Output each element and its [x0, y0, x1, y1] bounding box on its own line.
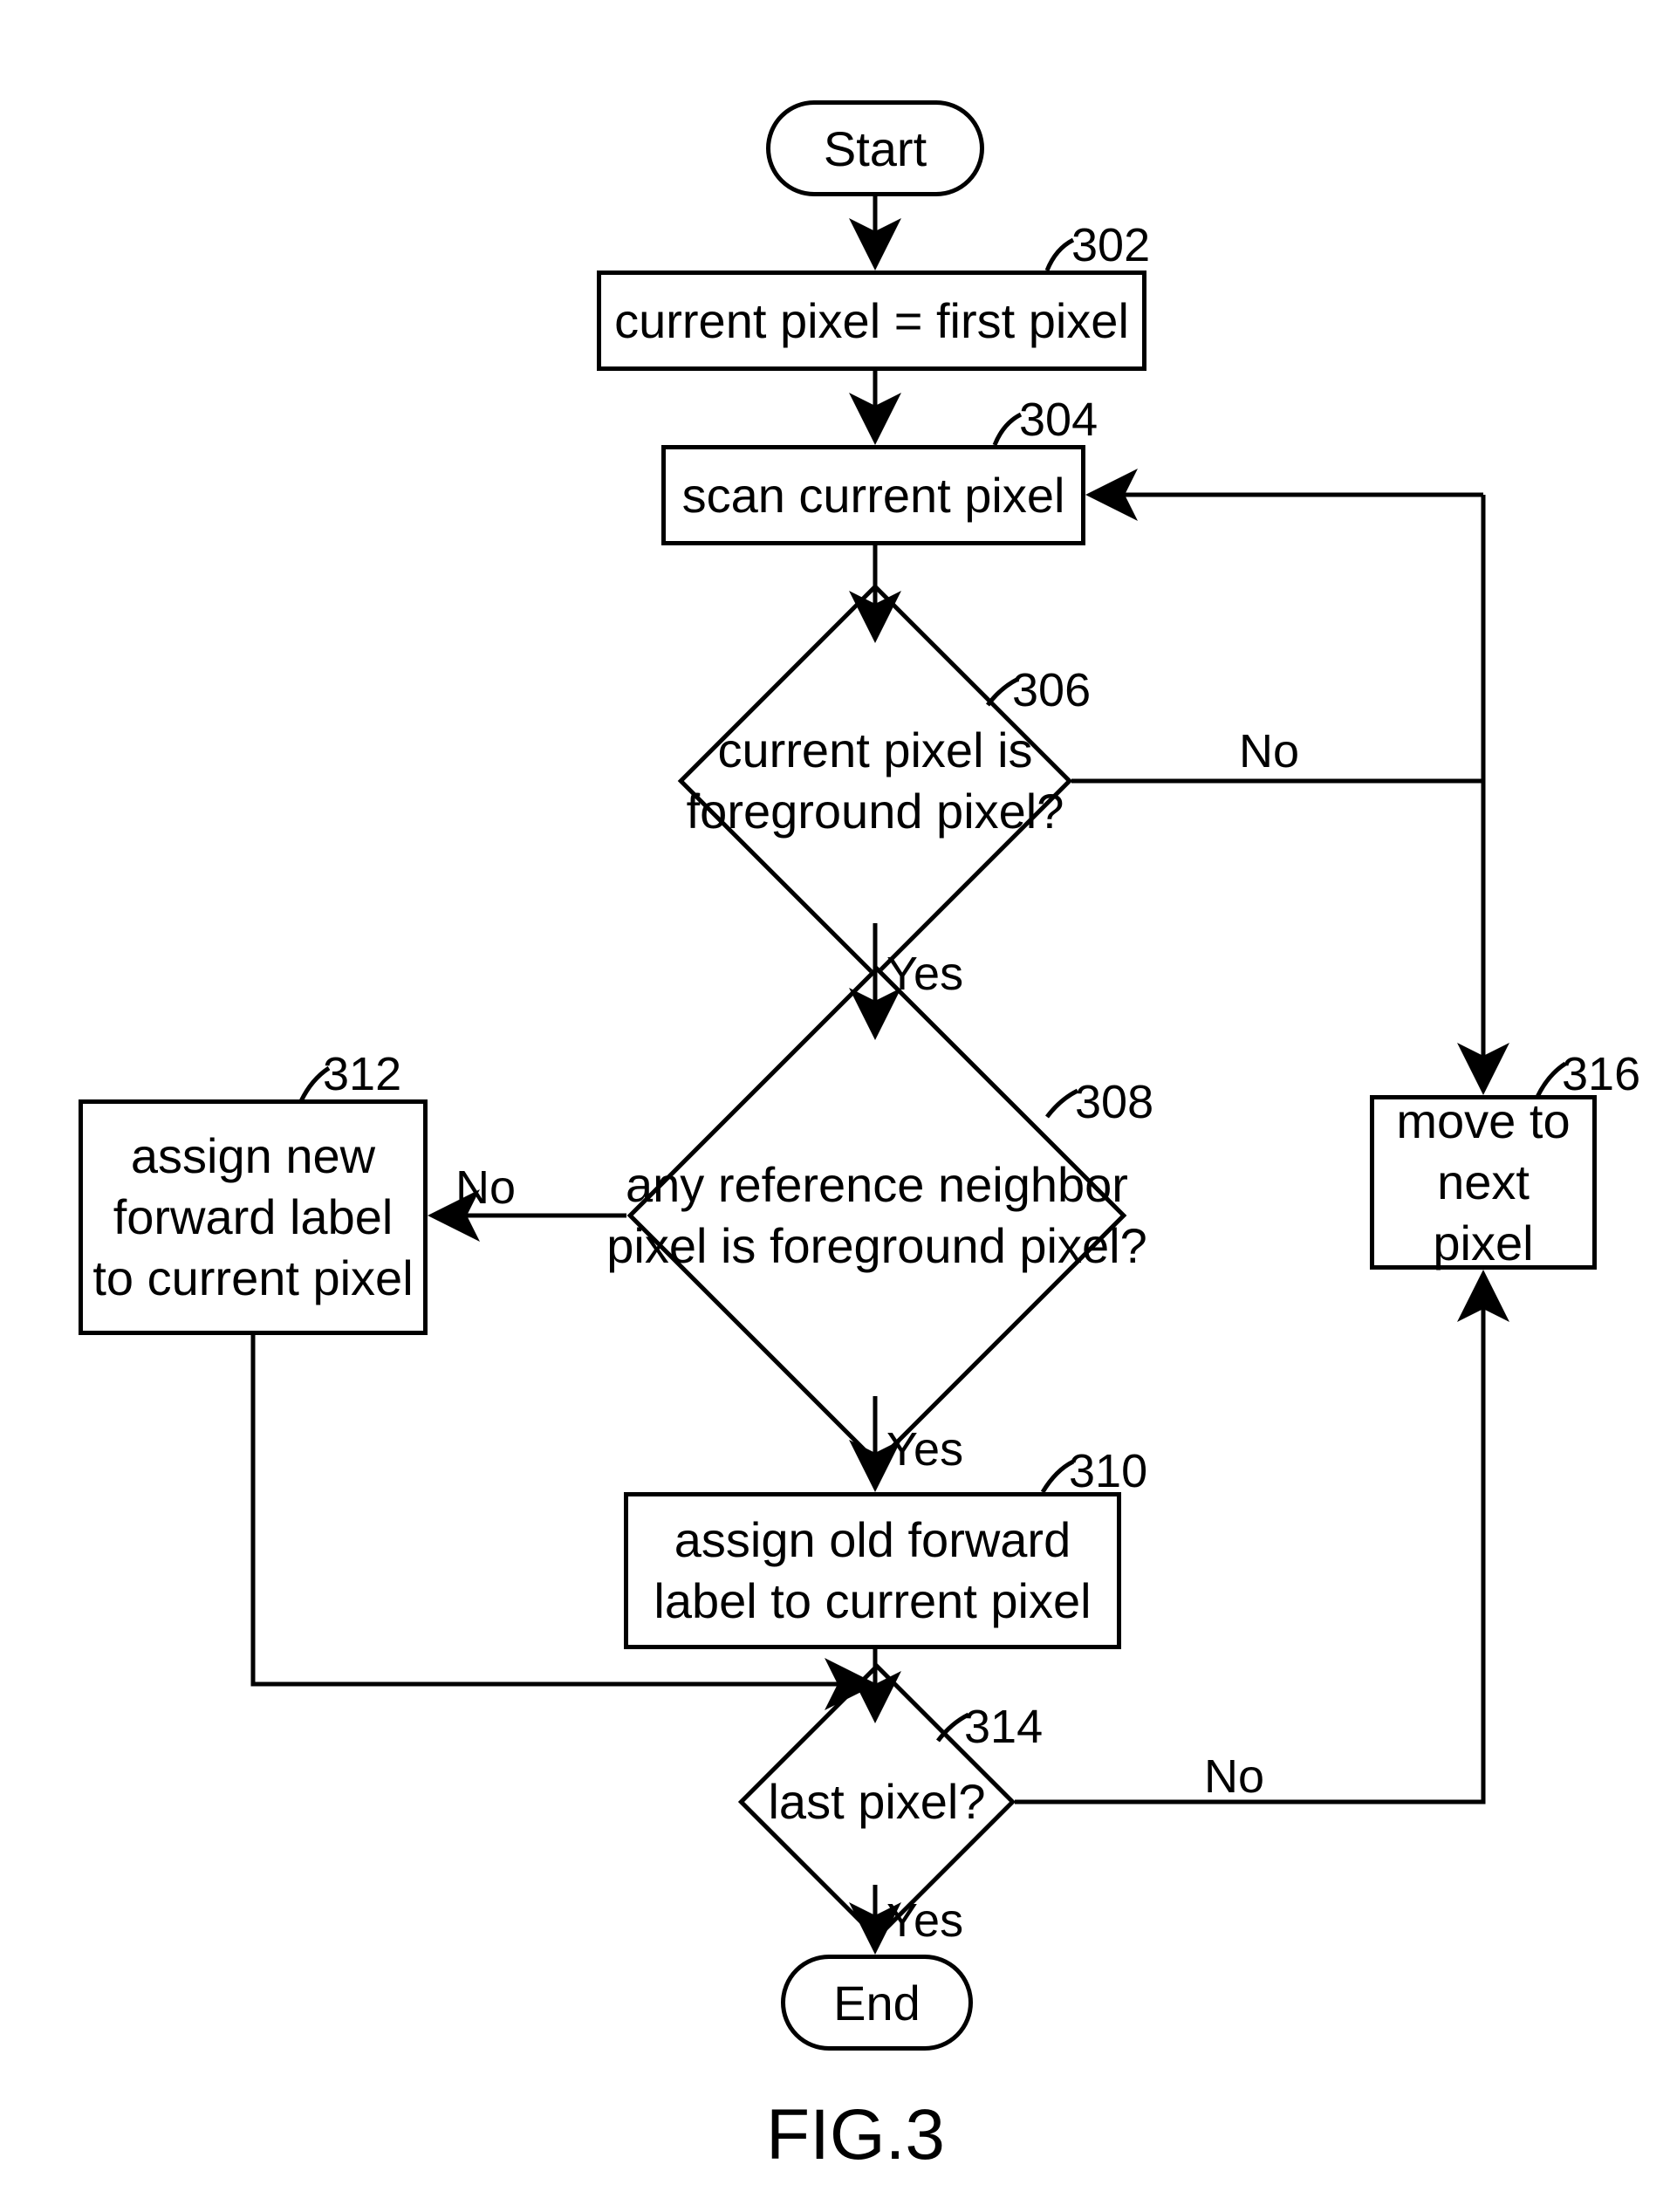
label-314-no: No	[1204, 1750, 1264, 1804]
decision-308-label: any reference neighbor pixel is foregrou…	[601, 1154, 1153, 1277]
flowchart-canvas: Start current pixel = first pixel 302 sc…	[0, 0, 1670, 2212]
process-316: move to next pixel	[1370, 1095, 1597, 1270]
label-308-yes: Yes	[886, 1422, 963, 1476]
ref-314: 314	[964, 1700, 1043, 1754]
process-312: assign new forward label to current pixe…	[79, 1099, 428, 1335]
ref-312: 312	[323, 1047, 401, 1101]
ref-310: 310	[1069, 1444, 1147, 1498]
process-310-label: assign old forward label to current pixe…	[637, 1510, 1108, 1632]
process-316-label: move to next pixel	[1383, 1091, 1584, 1274]
process-312-label: assign new forward label to current pixe…	[92, 1126, 414, 1309]
process-302-label: current pixel = first pixel	[614, 291, 1129, 352]
ref-302: 302	[1071, 218, 1150, 272]
label-314-yes: Yes	[886, 1894, 963, 1948]
process-302: current pixel = first pixel	[597, 271, 1146, 371]
label-306-yes: Yes	[886, 947, 963, 1001]
decision-306-label: current pixel is foreground pixel?	[632, 720, 1119, 842]
process-310: assign old forward label to current pixe…	[624, 1492, 1121, 1649]
ref-306: 306	[1012, 663, 1091, 717]
terminator-start-label: Start	[824, 120, 927, 177]
decision-314-label: last pixel?	[685, 1771, 1070, 1832]
terminator-end-label: End	[833, 1975, 921, 2031]
ref-316: 316	[1562, 1047, 1640, 1101]
ref-308: 308	[1075, 1075, 1153, 1129]
label-306-no: No	[1239, 724, 1299, 778]
label-308-no: No	[455, 1161, 516, 1215]
terminator-start: Start	[766, 100, 984, 196]
process-304: scan current pixel	[661, 445, 1085, 545]
terminator-end: End	[781, 1955, 973, 2051]
ref-304: 304	[1019, 393, 1098, 447]
process-304-label: scan current pixel	[682, 465, 1065, 526]
figure-caption: FIG.3	[766, 2094, 945, 2176]
